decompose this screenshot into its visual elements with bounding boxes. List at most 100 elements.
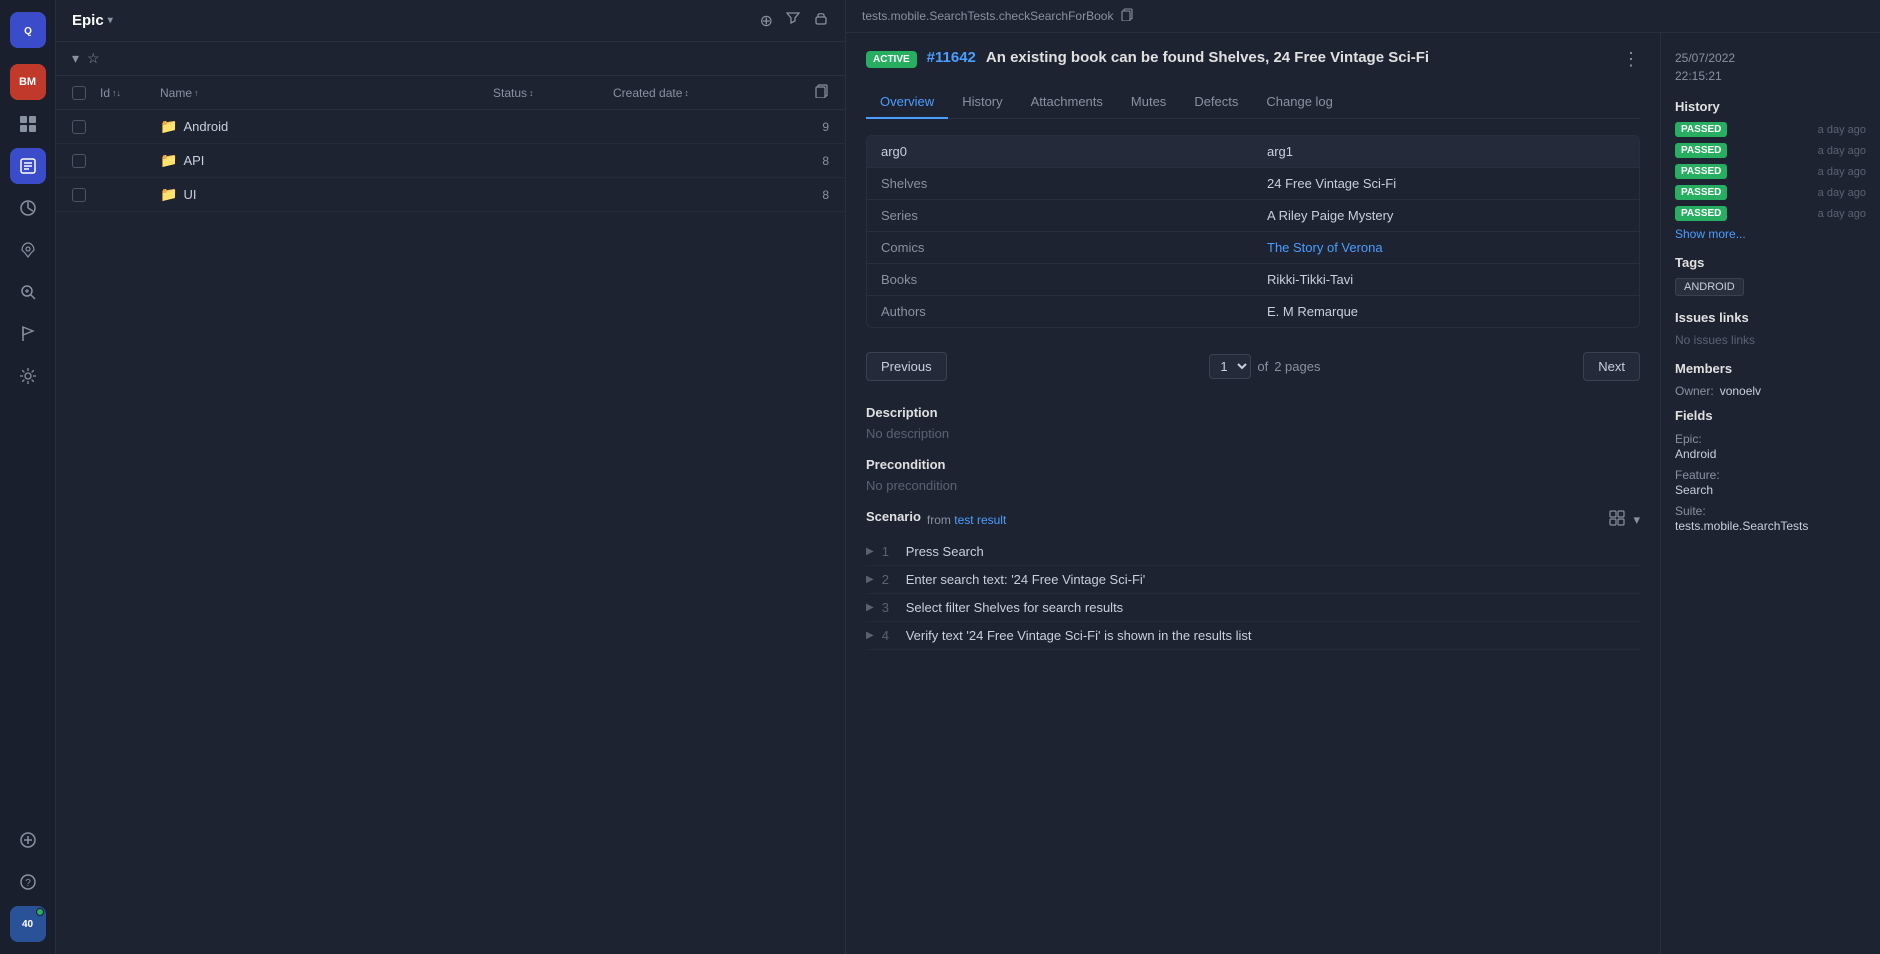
step-chevron-icon[interactable]: ▶ <box>866 602 874 613</box>
scenario-title-row: Scenario from test result <box>866 509 1006 530</box>
members-title: Members <box>1675 361 1866 376</box>
owner-value: vonoelv <box>1720 384 1761 398</box>
title-chevron-icon[interactable]: ▾ <box>108 15 113 26</box>
row-checkbox-api[interactable] <box>72 154 86 168</box>
col-header-copy[interactable] <box>793 84 829 101</box>
step-chevron-icon[interactable]: ▶ <box>866 546 874 557</box>
test-cases-icon[interactable] <box>10 148 46 184</box>
arg-key-series: Series <box>867 200 1253 231</box>
scenario-step: ▶ 1 Press Search <box>866 538 1640 566</box>
test-detail: ACTIVE #11642 An existing book can be fo… <box>846 33 1660 954</box>
select-all-checkbox[interactable] <box>72 86 86 100</box>
col-header-created[interactable]: Created date ↕ <box>613 86 753 100</box>
sidebar: Q BM ? 40 <box>0 0 56 954</box>
copy-breadcrumb-icon[interactable] <box>1121 8 1134 24</box>
flag-icon[interactable] <box>10 316 46 352</box>
add-workspace-icon[interactable] <box>10 822 46 858</box>
tab-overview[interactable]: Overview <box>866 86 948 119</box>
comics-link[interactable]: The Story of Verona <box>1267 240 1383 255</box>
test-result-link[interactable]: test result <box>954 513 1006 527</box>
field-epic-value: Android <box>1675 447 1716 461</box>
add-button[interactable]: ⊕ <box>760 11 773 31</box>
arg-val-series: A Riley Paige Mystery <box>1253 200 1639 231</box>
owner-label: Owner: <box>1675 384 1714 398</box>
lock-button[interactable] <box>813 10 829 31</box>
arg-val-books: Rikki-Tikki-Tavi <box>1253 264 1639 295</box>
description-title: Description <box>866 405 1640 420</box>
table-row[interactable]: 📁 API 8 <box>56 144 845 178</box>
scenario-header: Scenario from test result ▾ <box>866 509 1640 530</box>
scenario-section: Scenario from test result ▾ ▶ 1 <box>866 509 1640 650</box>
settings-icon[interactable] <box>10 358 46 394</box>
step-text: Select filter Shelves for search results <box>906 600 1640 615</box>
test-title-row: ACTIVE #11642 An existing book can be fo… <box>866 49 1640 70</box>
tabs-row: Overview History Attachments Mutes Defec… <box>866 86 1640 119</box>
dashboard-icon[interactable] <box>10 106 46 142</box>
history-item: PASSED a day ago <box>1675 206 1866 221</box>
folder-icon: 📁 <box>160 152 177 169</box>
col-header-status[interactable]: Status ↕ <box>493 86 613 100</box>
col-header-name[interactable]: Name ↑ <box>160 86 493 100</box>
filter-button[interactable] <box>785 10 801 31</box>
collapse-icon[interactable]: ▾ <box>72 50 79 67</box>
sort-status-icon: ↕ <box>529 88 534 98</box>
scenario-step: ▶ 2 Enter search text: '24 Free Vintage … <box>866 566 1640 594</box>
issues-links-title: Issues links <box>1675 310 1866 325</box>
expand-icon[interactable] <box>1609 510 1625 529</box>
rocket-icon[interactable] <box>10 232 46 268</box>
step-number: 2 <box>882 572 898 587</box>
more-options-icon[interactable]: ⋮ <box>1622 49 1640 70</box>
step-text: Press Search <box>906 544 1640 559</box>
help-icon[interactable]: ? <box>10 864 46 900</box>
show-more-link[interactable]: Show more... <box>1675 227 1866 241</box>
panel-title[interactable]: Epic ▾ <box>72 12 113 29</box>
precondition-section: Precondition No precondition <box>866 457 1640 493</box>
table-row[interactable]: 📁 UI 8 <box>56 178 845 212</box>
tag-chip[interactable]: ANDROID <box>1675 278 1744 296</box>
description-section: Description No description <box>866 405 1640 441</box>
arg-val-comics[interactable]: The Story of Verona <box>1253 232 1639 263</box>
step-chevron-icon[interactable]: ▶ <box>866 574 874 585</box>
step-number: 1 <box>882 544 898 559</box>
favorite-icon[interactable]: ☆ <box>87 50 100 67</box>
test-title: An existing book can be found Shelves, 2… <box>986 49 1612 66</box>
passed-badge: PASSED <box>1675 185 1727 200</box>
sidebar-avatar[interactable]: BM <box>10 64 46 100</box>
next-button[interactable]: Next <box>1583 352 1640 381</box>
history-time: a day ago <box>1818 124 1866 136</box>
status-badge: ACTIVE <box>866 51 917 68</box>
app-logo[interactable]: Q <box>10 12 46 48</box>
collapse-step-icon[interactable]: ▾ <box>1633 512 1640 528</box>
user-avatar[interactable]: 40 <box>10 906 46 942</box>
scenario-step: ▶ 4 Verify text '24 Free Vintage Sci-Fi'… <box>866 622 1640 650</box>
description-empty: No description <box>866 426 1640 441</box>
precondition-title: Precondition <box>866 457 1640 472</box>
tab-changelog[interactable]: Change log <box>1252 86 1347 119</box>
previous-button[interactable]: Previous <box>866 352 947 381</box>
no-issues-text: No issues links <box>1675 333 1866 347</box>
row-checkbox-android[interactable] <box>72 120 86 134</box>
tab-defects[interactable]: Defects <box>1180 86 1252 119</box>
table-row[interactable]: 📁 Android 9 <box>56 110 845 144</box>
passed-badge: PASSED <box>1675 206 1727 221</box>
search-details-icon[interactable] <box>10 274 46 310</box>
sort-name-icon: ↑ <box>194 88 199 98</box>
step-chevron-icon[interactable]: ▶ <box>866 630 874 641</box>
right-content: ACTIVE #11642 An existing book can be fo… <box>846 33 1880 954</box>
history-title: History <box>1675 99 1866 114</box>
col-header-id[interactable]: Id ↑↓ <box>100 86 160 100</box>
arg0-header: arg0 <box>867 136 1253 167</box>
field-feature-label: Feature: <box>1675 468 1720 482</box>
args-data-row: Comics The Story of Verona <box>867 232 1639 264</box>
arg-key-comics: Comics <box>867 232 1253 263</box>
tab-history[interactable]: History <box>948 86 1016 119</box>
reports-icon[interactable] <box>10 190 46 226</box>
tab-attachments[interactable]: Attachments <box>1017 86 1117 119</box>
row-checkbox-ui[interactable] <box>72 188 86 202</box>
step-number: 3 <box>882 600 898 615</box>
sort-created-icon: ↕ <box>684 88 689 98</box>
svg-text:?: ? <box>25 878 31 889</box>
tab-mutes[interactable]: Mutes <box>1117 86 1180 119</box>
page-select[interactable]: 1 2 <box>1209 354 1251 379</box>
main-panel: Epic ▾ ⊕ ▾ ☆ Id ↑↓ Name ↑ Status <box>56 0 846 954</box>
